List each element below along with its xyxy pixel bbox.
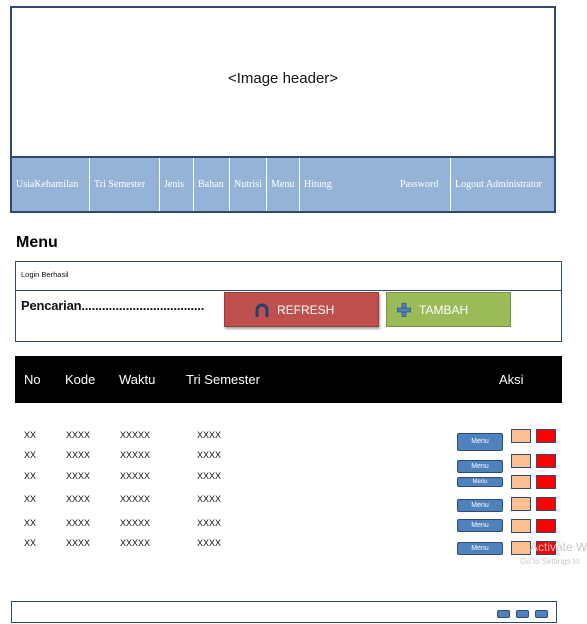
header-image-placeholder: <Image header>	[227, 70, 339, 87]
cell-no: XX	[24, 494, 37, 504]
row-delete-button[interactable]	[536, 497, 556, 511]
nav-item-usia-kehamilan[interactable]: UsiaKehamilan	[12, 158, 89, 211]
search-input[interactable]: Pencarian...............................…	[21, 298, 204, 313]
cell-tri-semester: XXXX	[197, 430, 222, 440]
activation-watermark-subtitle: Go to Settings to	[520, 557, 580, 566]
column-header-no: No	[24, 372, 41, 387]
cell-waktu: XXXXX	[120, 430, 151, 440]
cell-no: XX	[24, 450, 37, 460]
cell-tri-semester: XXXX	[197, 538, 222, 548]
refresh-button-label: REFRESH	[277, 303, 335, 317]
cell-waktu: XXXXX	[120, 538, 151, 548]
row-delete-button[interactable]	[536, 519, 556, 533]
row-edit-button[interactable]	[511, 475, 531, 489]
pagination-button[interactable]	[535, 610, 548, 618]
refresh-button[interactable]: REFRESH	[224, 292, 379, 327]
login-status-text: Login Berhasil	[21, 270, 69, 279]
cell-waktu: XXXXX	[120, 450, 151, 460]
row-edit-button[interactable]	[511, 519, 531, 533]
nav-item-menu[interactable]: Menu	[266, 158, 299, 211]
page-title: Menu	[16, 234, 58, 251]
cell-waktu: XXXXX	[120, 471, 151, 481]
column-header-tri-semester: Tri Semester	[186, 372, 260, 387]
row-edit-button[interactable]	[511, 429, 531, 443]
nav-item-bahan[interactable]: Bahan	[193, 158, 229, 211]
table-header: No Kode Waktu Tri Semester Aksi	[15, 356, 562, 403]
pagination-button[interactable]	[497, 610, 510, 618]
cell-tri-semester: XXXX	[197, 494, 222, 504]
cell-no: XX	[24, 430, 37, 440]
cell-kode: XXXX	[66, 471, 91, 481]
row-delete-button[interactable]	[536, 475, 556, 489]
cell-kode: XXXX	[66, 538, 91, 548]
footer-bar	[11, 601, 557, 623]
cell-kode: XXXX	[66, 430, 91, 440]
pagination-button[interactable]	[516, 610, 529, 618]
nav-item-jenis[interactable]: Jenis	[159, 158, 193, 211]
cell-kode: XXXX	[66, 518, 91, 528]
row-delete-button[interactable]	[536, 454, 556, 468]
nav-item-tri-semester[interactable]: Tri Semester	[89, 158, 159, 211]
cell-waktu: XXXXX	[120, 494, 151, 504]
column-header-kode: Kode	[65, 372, 96, 387]
cell-kode: XXXX	[66, 494, 91, 504]
cell-no: XX	[24, 518, 37, 528]
row-edit-button[interactable]	[511, 497, 531, 511]
cell-tri-semester: XXXX	[197, 450, 222, 460]
cell-tri-semester: XXXX	[197, 518, 222, 528]
nav-bar: UsiaKehamilan Tri Semester Jenis Bahan N…	[12, 156, 554, 211]
row-menu-button[interactable]: Menu	[457, 477, 503, 487]
add-button[interactable]: TAMBAH	[386, 292, 511, 327]
row-menu-button[interactable]: Menu	[457, 542, 503, 555]
activation-watermark-title: Activate Win	[530, 540, 587, 554]
column-header-waktu: Waktu	[119, 372, 156, 387]
row-menu-button[interactable]: Menu	[457, 433, 503, 451]
row-menu-button[interactable]: Menu	[457, 499, 503, 512]
plus-icon	[397, 303, 411, 317]
row-menu-button[interactable]: Menu	[457, 460, 503, 473]
cell-no: XX	[24, 471, 37, 481]
row-delete-button[interactable]	[536, 429, 556, 443]
nav-item-nutrisi[interactable]: Nutrisi	[229, 158, 266, 211]
column-header-aksi: Aksi	[499, 372, 524, 387]
add-button-label: TAMBAH	[419, 303, 469, 317]
nav-item-logout[interactable]: Logout Administrator	[450, 158, 554, 211]
cell-kode: XXXX	[66, 450, 91, 460]
cell-tri-semester: XXXX	[197, 471, 222, 481]
row-edit-button[interactable]	[511, 454, 531, 468]
nav-item-hitung[interactable]: Hitung	[299, 158, 396, 211]
row-menu-button[interactable]: Menu	[457, 519, 503, 532]
status-bar	[15, 261, 562, 290]
refresh-arc-icon	[255, 303, 269, 317]
cell-waktu: XXXXX	[120, 518, 151, 528]
cell-no: XX	[24, 538, 37, 548]
row-edit-button[interactable]	[511, 541, 531, 555]
nav-item-password[interactable]: Password	[396, 158, 450, 211]
